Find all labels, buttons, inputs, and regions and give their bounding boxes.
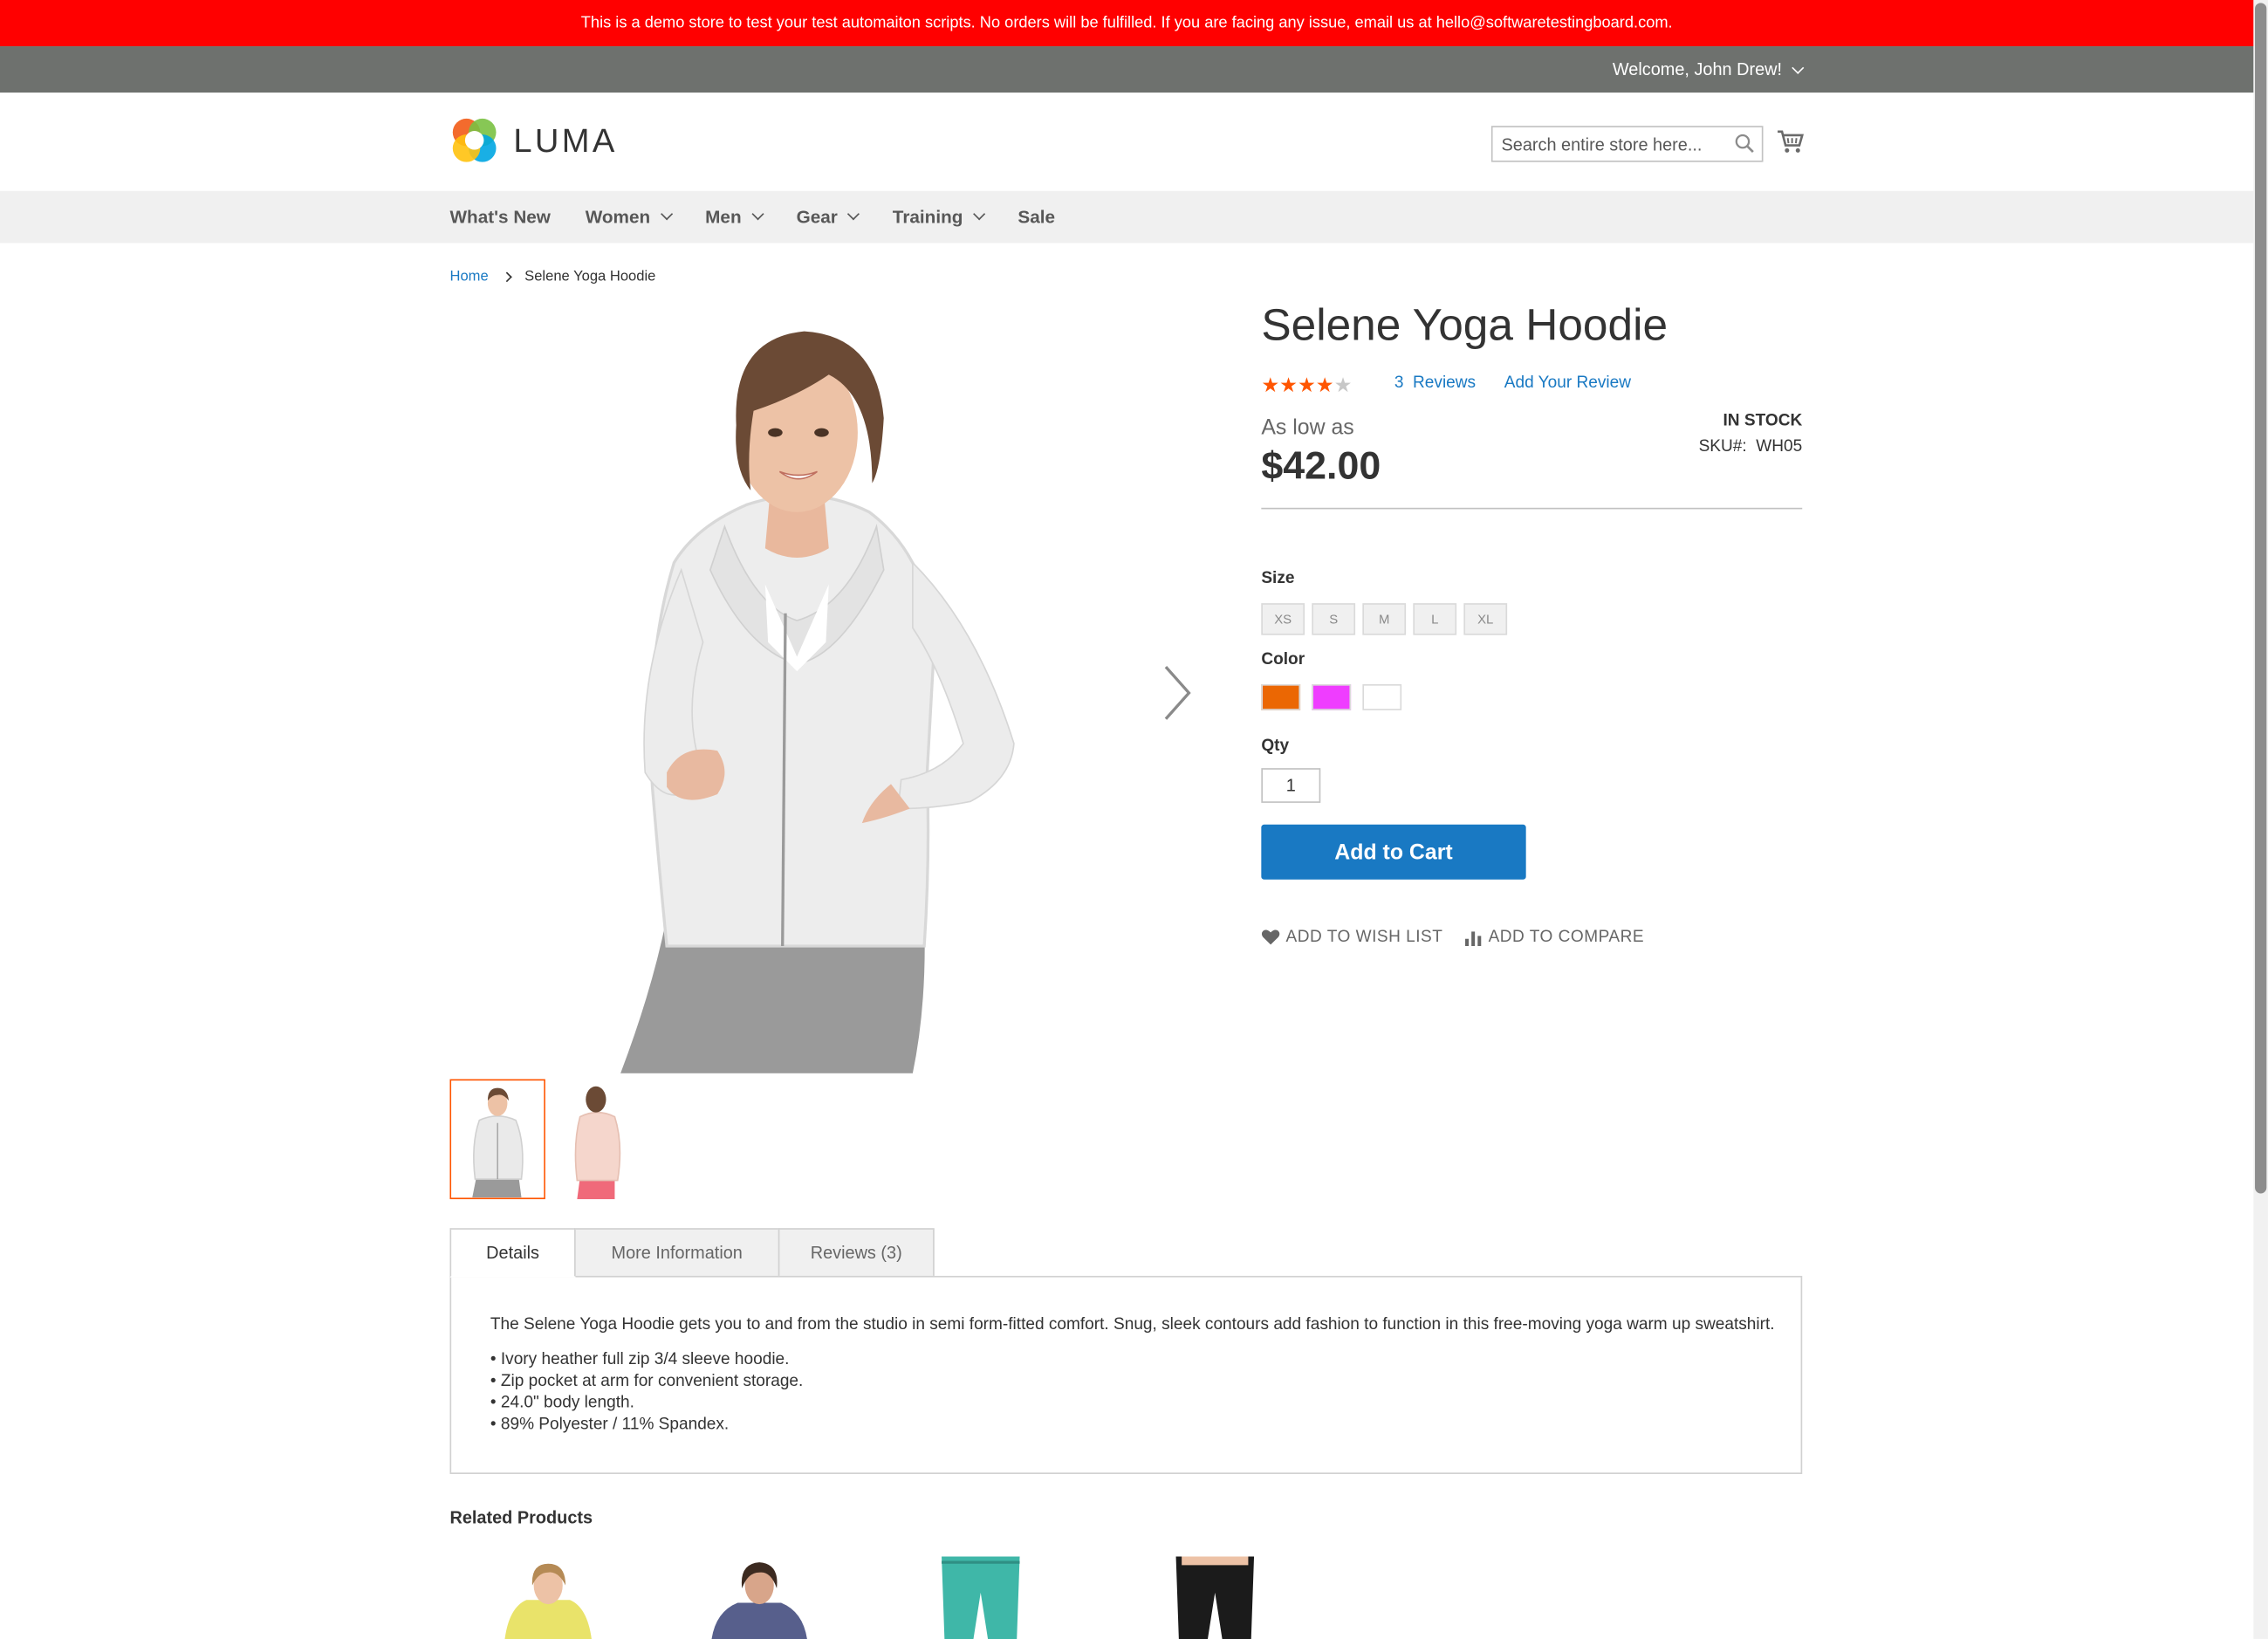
breadcrumb-current: Selene Yoga Hoodie <box>524 269 656 285</box>
nav-items: What's New Women Men Gear Training Sale <box>449 191 1089 243</box>
star-icon: ★ <box>1315 373 1334 397</box>
price-prefix: As low as <box>1261 415 1354 440</box>
related-product-image[interactable] <box>915 1556 1046 1639</box>
gallery-thumbnail-front[interactable] <box>449 1079 545 1200</box>
reviews-label: Reviews <box>1413 374 1477 393</box>
product-rating: ★ ★ ★ ★ ★ <box>1261 374 1352 394</box>
add-review-link[interactable]: Add Your Review <box>1504 374 1631 392</box>
product-main-image[interactable] <box>449 309 1203 1073</box>
related-products-title: Related Products <box>449 1507 593 1528</box>
size-option-s[interactable]: S <box>1312 603 1356 635</box>
reviews-link[interactable]: 3 Reviews <box>1394 374 1476 392</box>
gallery-next-arrow-icon[interactable] <box>1157 662 1195 723</box>
wishlist-label: ADD TO WISH LIST <box>1285 929 1443 947</box>
nav-item-men[interactable]: Men <box>705 207 764 228</box>
customer-welcome-menu[interactable]: Welcome, John Drew! <box>1612 46 1805 93</box>
star-icon: ★ <box>1279 373 1298 397</box>
related-product-image[interactable] <box>694 1556 825 1639</box>
rating-stars: ★ ★ ★ ★ ★ <box>1261 374 1352 394</box>
nav-label: Gear <box>796 207 838 228</box>
product-price: $42.00 <box>1261 443 1381 488</box>
add-to-wishlist-link[interactable]: ADD TO WISH LIST <box>1261 929 1442 946</box>
sku: SKU#: WH05 <box>1699 438 1803 456</box>
color-swatch-purple[interactable] <box>1312 683 1352 710</box>
related-product-image[interactable] <box>1149 1556 1280 1639</box>
nav-item-training[interactable]: Training <box>892 207 985 228</box>
chevron-down-icon <box>750 208 764 221</box>
size-option-xs[interactable]: XS <box>1261 603 1305 635</box>
chevron-right-icon <box>501 271 512 283</box>
star-icon: ★ <box>1333 373 1353 397</box>
chevron-down-icon <box>1792 61 1805 74</box>
panel-header: Welcome, John Drew! <box>0 46 2254 93</box>
color-swatch-white[interactable] <box>1362 683 1402 710</box>
color-swatch-orange[interactable] <box>1261 683 1301 710</box>
divider <box>1261 507 1803 510</box>
feature-item: • Ivory heather full zip 3/4 sleeve hood… <box>490 1351 790 1368</box>
qty-label: Qty <box>1261 737 1290 756</box>
feature-item: • Zip pocket at arm for convenient stora… <box>490 1372 804 1390</box>
tab-more-information[interactable]: More Information <box>574 1228 780 1278</box>
compare-label: ADD TO COMPARE <box>1488 929 1645 947</box>
cart-icon[interactable] <box>1776 127 1805 156</box>
nav-item-sale[interactable]: Sale <box>1018 207 1055 227</box>
chevron-down-icon <box>847 208 860 221</box>
store-logo[interactable]: LUMA <box>449 116 617 165</box>
color-options <box>1261 683 1402 710</box>
chevron-down-icon <box>660 208 673 221</box>
details-panel: The Selene Yoga Hoodie gets you to and f… <box>449 1275 1803 1474</box>
sku-value: WH05 <box>1756 438 1803 456</box>
chevron-down-icon <box>972 208 985 221</box>
sku-label: SKU#: <box>1698 438 1747 456</box>
add-to-cart-button[interactable]: Add to Cart <box>1261 824 1526 880</box>
heart-icon <box>1261 929 1280 945</box>
tab-reviews[interactable]: Reviews (3) <box>778 1228 935 1278</box>
luma-logo-icon <box>452 118 497 162</box>
qty-input[interactable] <box>1261 768 1321 803</box>
stock-status: IN STOCK <box>1723 412 1803 430</box>
welcome-text: Welcome, John Drew! <box>1612 58 1783 80</box>
size-option-m[interactable]: M <box>1362 603 1407 635</box>
star-icon: ★ <box>1297 373 1316 397</box>
gallery-thumbnail-back[interactable] <box>551 1079 647 1200</box>
nav-label: What's New <box>449 207 551 228</box>
product-features: • Ivory heather full zip 3/4 sleeve hood… <box>490 1349 803 1436</box>
breadcrumb: Home Selene Yoga Hoodie <box>449 269 655 285</box>
main-nav: What's New Women Men Gear Training Sale <box>0 190 2254 243</box>
color-label: Color <box>1261 650 1305 669</box>
feature-item: • 89% Polyester / 11% Spandex. <box>490 1416 730 1434</box>
size-options: XS S M L XL <box>1261 603 1508 635</box>
size-option-l[interactable]: L <box>1413 603 1457 635</box>
search-icon[interactable] <box>1734 133 1754 153</box>
product-description: The Selene Yoga Hoodie gets you to and f… <box>490 1316 1775 1334</box>
tab-details[interactable]: Details <box>449 1228 576 1278</box>
size-option-xl[interactable]: XL <box>1463 603 1508 635</box>
compare-icon <box>1465 931 1482 947</box>
related-product-image[interactable] <box>483 1556 613 1639</box>
reviews-count: 3 <box>1394 374 1404 393</box>
nav-label: Sale <box>1018 207 1056 228</box>
nav-label: Training <box>892 207 963 228</box>
nav-label: Women <box>585 207 651 228</box>
scrollbar-thumb[interactable] <box>2255 3 2267 1194</box>
nav-item-women[interactable]: Women <box>585 207 673 228</box>
page-scrollbar[interactable] <box>2253 0 2268 1639</box>
feature-item: • 24.0" body length. <box>490 1394 634 1412</box>
nav-item-gear[interactable]: Gear <box>796 207 860 228</box>
search-box <box>1490 126 1764 162</box>
nav-item-whats-new[interactable]: What's New <box>449 207 550 227</box>
breadcrumb-home-link[interactable]: Home <box>449 269 488 285</box>
star-icon: ★ <box>1261 373 1280 397</box>
nav-label: Men <box>705 207 742 228</box>
search-input[interactable] <box>1492 127 1724 161</box>
demo-banner: This is a demo store to test your test a… <box>0 0 2254 47</box>
logo-text: LUMA <box>513 120 618 159</box>
size-label: Size <box>1261 570 1295 587</box>
product-title: Selene Yoga Hoodie <box>1261 299 1668 351</box>
demo-banner-text: This is a demo store to test your test a… <box>580 14 1673 32</box>
add-to-compare-link[interactable]: ADD TO COMPARE <box>1463 929 1645 947</box>
